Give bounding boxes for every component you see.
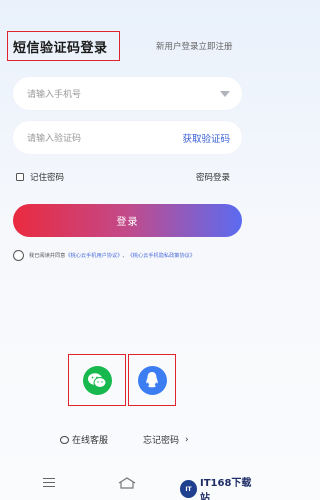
agreement-prefix: 我已阅读并同意	[29, 253, 66, 259]
agreement-row: 我已阅读并同意 《桃心云手机用户协议》 、 《桃心云手机隐私政策协议》	[13, 250, 249, 261]
home-icon[interactable]	[118, 474, 136, 493]
qq-icon[interactable]	[137, 365, 167, 395]
forgot-password-link[interactable]: 忘记密码 ›	[143, 433, 189, 447]
online-service-link[interactable]: 在线客服	[60, 433, 108, 446]
remember-checkbox[interactable]	[16, 173, 24, 181]
chevron-down-icon[interactable]	[220, 90, 230, 97]
chevron-right-icon: ›	[185, 434, 189, 445]
wechat-icon[interactable]	[82, 365, 112, 395]
code-input[interactable]: 请输入验证码	[27, 131, 182, 144]
get-code-button[interactable]: 获取验证码	[182, 131, 230, 145]
remember-password[interactable]: 记住密码	[16, 171, 64, 183]
service-label: 在线客服	[72, 436, 109, 446]
user-agreement-link[interactable]: 《桃心云手机用户协议》	[65, 252, 122, 259]
watermark-text: IT168下载站	[200, 478, 252, 500]
menu-icon[interactable]	[43, 478, 55, 490]
watermark: IT IT168下载站	[180, 474, 258, 500]
chat-icon	[60, 435, 69, 444]
page-title: 短信验证码登录	[7, 31, 120, 61]
code-field[interactable]: 请输入验证码 获取验证码	[13, 121, 242, 154]
phone-field[interactable]: 请输入手机号	[13, 77, 242, 110]
forgot-label: 忘记密码	[143, 436, 180, 446]
qq-login-button[interactable]	[128, 354, 176, 406]
wechat-login-button[interactable]	[68, 354, 126, 406]
phone-input[interactable]: 请输入手机号	[27, 87, 220, 100]
agree-radio[interactable]	[13, 250, 24, 261]
password-login-link[interactable]: 密码登录	[196, 171, 230, 183]
login-button[interactable]: 登录	[13, 204, 242, 237]
remember-label: 记住密码	[30, 173, 65, 183]
watermark-logo: IT	[180, 480, 197, 498]
privacy-policy-link[interactable]: 《桃心云手机隐私政策协议》	[128, 252, 195, 259]
register-link[interactable]: 新用户登录立即注册	[156, 40, 233, 52]
